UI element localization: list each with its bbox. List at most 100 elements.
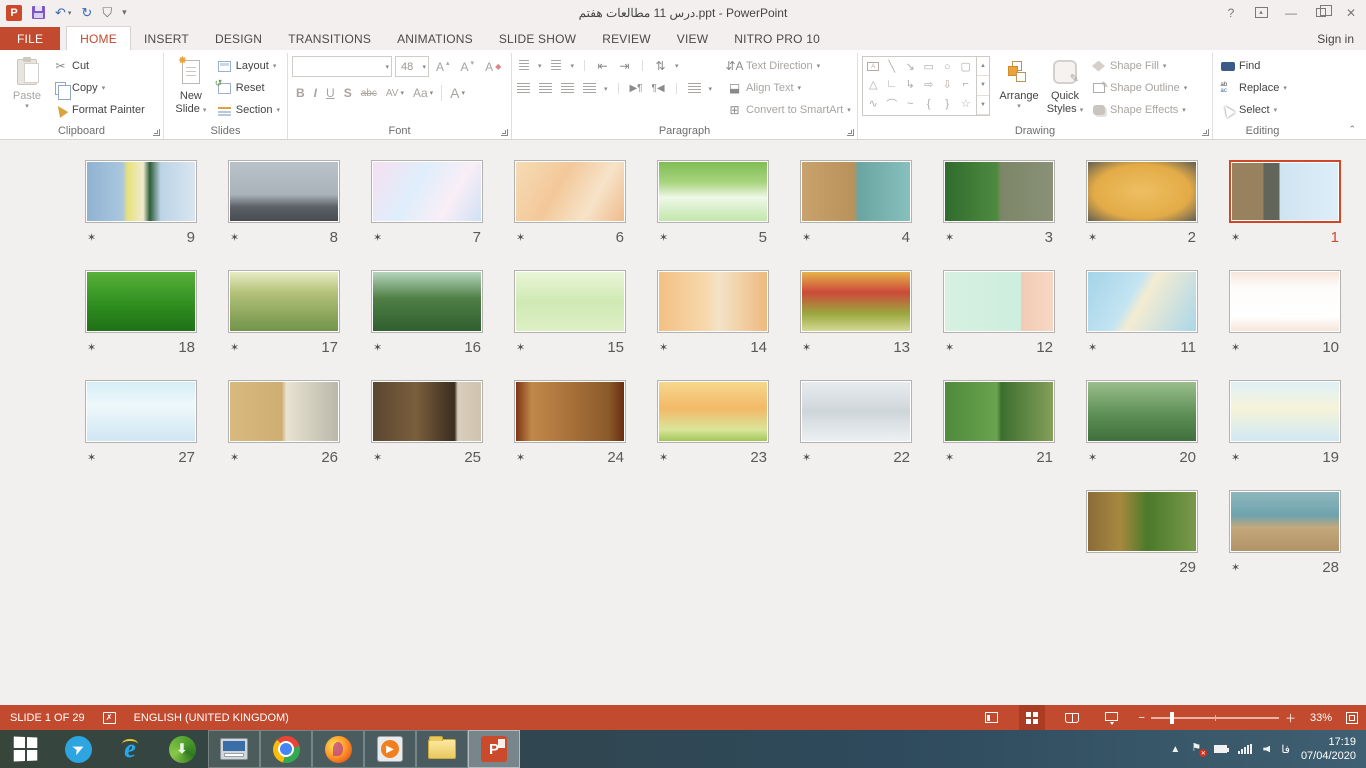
tab-file[interactable]: FILE <box>0 27 60 50</box>
text-direction-button[interactable]: ⇵A Text Direction▾ <box>724 56 854 76</box>
zoom-level[interactable]: 33% <box>1310 712 1332 724</box>
slide-thumbnail[interactable] <box>1086 270 1198 333</box>
taskbar-item-file-explorer[interactable] <box>416 730 468 768</box>
slide-thumbnail[interactable] <box>371 380 483 443</box>
shape-outline-button[interactable]: Shape Outline▾ <box>1088 78 1190 98</box>
character-spacing-button[interactable]: AV▾ <box>382 83 408 103</box>
more-shapes-icon[interactable]: ▼ <box>977 96 989 115</box>
section-button[interactable]: Section▾ <box>214 100 283 120</box>
replace-button[interactable]: abac Replace▾ <box>1217 78 1290 98</box>
font-color-button[interactable]: A▾ <box>446 83 469 103</box>
change-case-button[interactable]: Aa▾ <box>409 83 437 103</box>
slide-thumbnail[interactable] <box>943 160 1055 223</box>
ribbon-display-options-button[interactable]: ▴ <box>1246 0 1276 25</box>
close-button[interactable]: ✕ <box>1336 0 1366 25</box>
reading-view-button[interactable] <box>1059 705 1085 730</box>
columns-icon[interactable] <box>687 81 702 96</box>
slide-thumbnail[interactable] <box>514 380 626 443</box>
paragraph-dialog-launcher[interactable] <box>847 129 854 136</box>
minimize-button[interactable]: — <box>1276 0 1306 25</box>
slide-thumbnail[interactable] <box>1086 160 1198 223</box>
input-language-indicator[interactable]: فا <box>1281 743 1290 756</box>
normal-view-button[interactable] <box>979 705 1005 730</box>
slide-thumbnail[interactable] <box>943 270 1055 333</box>
font-size-combo[interactable]: 48▾ <box>395 56 429 77</box>
ltr-direction-icon[interactable]: ▶¶ <box>629 81 644 96</box>
collapse-ribbon-icon[interactable]: ⌃ <box>1348 124 1356 135</box>
start-slideshow-button[interactable]: ⛉ <box>102 5 112 21</box>
redo-button[interactable]: ↻ <box>81 5 92 21</box>
tab-design[interactable]: DESIGN <box>202 27 275 50</box>
slide-thumbnail[interactable] <box>1229 380 1341 443</box>
layout-button[interactable]: Layout▾ <box>214 56 283 76</box>
network-signal-icon[interactable] <box>1238 744 1252 754</box>
font-name-combo[interactable]: ▾ <box>292 56 392 77</box>
convert-smartart-button[interactable]: ⊞ Convert to SmartArt▾ <box>724 100 854 120</box>
slide-thumbnail[interactable] <box>800 160 912 223</box>
slide-thumbnail[interactable] <box>657 270 769 333</box>
clipboard-dialog-launcher[interactable] <box>153 129 160 136</box>
shape-fill-button[interactable]: Shape Fill▾ <box>1088 56 1190 76</box>
clear-formatting-button[interactable]: A◆ <box>481 57 505 77</box>
restore-button[interactable] <box>1306 0 1336 25</box>
volume-icon[interactable] <box>1263 746 1270 753</box>
bullets-icon[interactable] <box>516 58 531 73</box>
decrease-font-size-button[interactable]: A▾ <box>457 57 479 77</box>
shadow-button[interactable]: S <box>340 83 356 103</box>
quick-styles-button[interactable]: Quick Styles ▾ <box>1042 54 1088 122</box>
shapes-gallery-scrollbar[interactable]: ▲ ▼ ▼ <box>976 57 989 115</box>
taskbar-item-internet-explorer[interactable]: e <box>104 730 156 768</box>
align-right-icon[interactable] <box>560 81 575 96</box>
save-icon[interactable] <box>32 6 45 19</box>
spell-check-icon[interactable]: ✗ <box>103 712 116 724</box>
zoom-in-button[interactable]: ＋ <box>1285 710 1296 726</box>
align-center-icon[interactable] <box>538 81 553 96</box>
slide-thumbnail[interactable] <box>514 270 626 333</box>
slide-thumbnail[interactable] <box>228 380 340 443</box>
slide-thumbnail[interactable] <box>85 270 197 333</box>
arrange-button[interactable]: Arrange▾ <box>996 54 1042 122</box>
slide-thumbnail[interactable] <box>800 380 912 443</box>
copy-button[interactable]: Copy▾ <box>50 78 148 98</box>
battery-icon[interactable] <box>1214 745 1227 753</box>
font-dialog-launcher[interactable] <box>501 129 508 136</box>
slide-thumbnail[interactable] <box>1229 270 1341 333</box>
align-text-button[interactable]: ⬓ Align Text▾ <box>724 78 854 98</box>
slide-thumbnail[interactable] <box>657 160 769 223</box>
strikethrough-button[interactable]: abc <box>357 83 381 103</box>
tab-review[interactable]: REVIEW <box>589 27 664 50</box>
undo-button[interactable]: ↶▾ <box>55 5 71 21</box>
italic-button[interactable]: I <box>310 83 321 103</box>
slide-thumbnail[interactable] <box>371 270 483 333</box>
slide-thumbnail[interactable] <box>371 160 483 223</box>
tab-transitions[interactable]: TRANSITIONS <box>275 27 384 50</box>
slide-thumbnail[interactable] <box>1086 380 1198 443</box>
numbering-icon[interactable] <box>549 58 564 73</box>
scroll-up-icon[interactable]: ▲ <box>977 57 989 76</box>
tab-view[interactable]: VIEW <box>664 27 721 50</box>
drawing-dialog-launcher[interactable] <box>1202 129 1209 136</box>
taskbar-item-on-screen-keyboard[interactable] <box>208 730 260 768</box>
line-spacing-icon[interactable]: ⇅ <box>653 58 668 73</box>
tab-nitro-pro[interactable]: NITRO PRO 10 <box>721 27 833 50</box>
tab-home[interactable]: HOME <box>66 26 131 50</box>
increase-font-size-button[interactable]: A▴ <box>432 57 454 77</box>
slide-thumbnail[interactable] <box>85 380 197 443</box>
shape-effects-button[interactable]: Shape Effects▾ <box>1088 100 1190 120</box>
help-button[interactable]: ? <box>1216 0 1246 25</box>
increase-indent-icon[interactable]: ⇥ <box>617 58 632 73</box>
shapes-gallery[interactable]: A ╲ ↘ ▭ ○ ▢ △ ∟ ↳ ⇨ ⇩ ⌐ ∿ ⌒ ~ { } <box>862 56 990 116</box>
slide-show-button[interactable] <box>1099 705 1125 730</box>
tray-expand-icon[interactable]: ▲ <box>1170 744 1180 755</box>
taskbar-item-chrome[interactable] <box>260 730 312 768</box>
find-button[interactable]: Find <box>1217 56 1290 76</box>
taskbar-item-idm[interactable] <box>156 730 208 768</box>
slide-thumbnail[interactable] <box>85 160 197 223</box>
slide-thumbnail[interactable] <box>1086 490 1198 553</box>
slide-thumbnail[interactable] <box>943 380 1055 443</box>
taskbar-item-telegram[interactable] <box>52 730 104 768</box>
format-painter-button[interactable]: Format Painter <box>50 100 148 120</box>
taskbar-item-firefox[interactable] <box>312 730 364 768</box>
tab-animations[interactable]: ANIMATIONS <box>384 27 486 50</box>
rtl-direction-icon[interactable]: ¶◀ <box>651 81 666 96</box>
